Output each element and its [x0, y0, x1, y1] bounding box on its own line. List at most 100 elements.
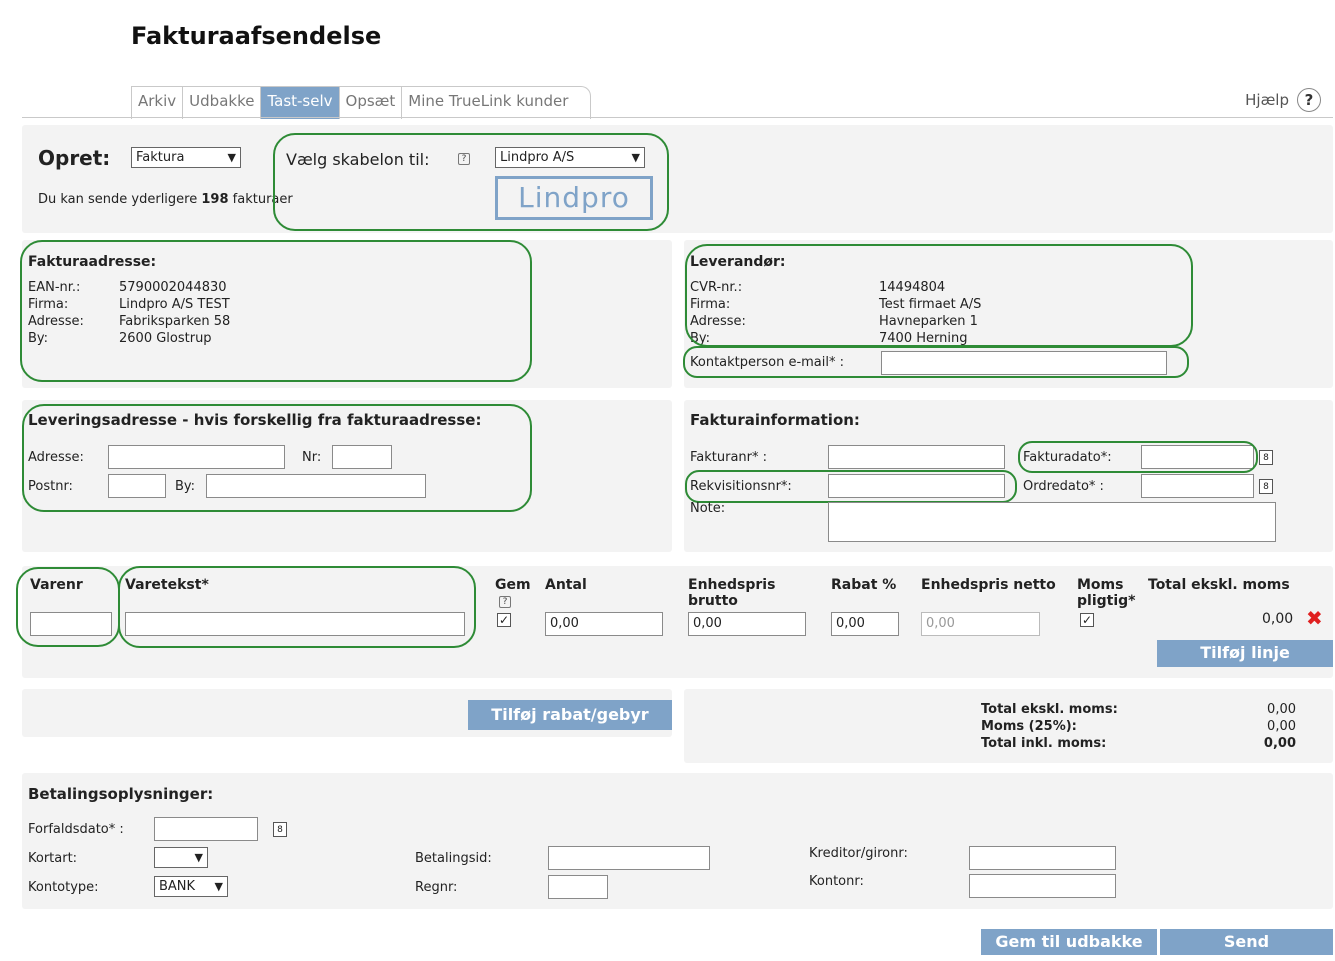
ean-label: EAN-nr.:	[28, 280, 81, 295]
regnr-input[interactable]	[548, 875, 608, 899]
cvr-value: 14494804	[879, 280, 946, 295]
kortart-label: Kortart:	[28, 851, 78, 866]
ordredato-label: Ordredato* :	[1023, 479, 1104, 494]
note-label: Note:	[690, 501, 726, 516]
opret-label: Opret:	[38, 146, 111, 170]
tab-tast-selv[interactable]: Tast-selv	[261, 87, 340, 119]
ordredato-input[interactable]	[1141, 474, 1254, 498]
kontotype-value: BANK	[159, 879, 196, 894]
brutto-input[interactable]: 0,00	[688, 612, 806, 636]
rekvisitionsnr-label: Rekvisitionsnr*:	[690, 479, 792, 494]
opret-panel	[22, 125, 1333, 233]
add-line-button[interactable]: Tilføj linje	[1157, 640, 1333, 667]
tab-arkiv[interactable]: Arkiv	[132, 87, 184, 119]
tab-udbakke[interactable]: Udbakke	[183, 87, 262, 119]
remaining-suffix: fakturaer	[232, 192, 293, 207]
gem-checkbox[interactable]: ✓	[497, 613, 511, 627]
contact-email-label: Kontaktperson e-mail* :	[690, 355, 845, 370]
help-label: Hjælp	[1245, 91, 1289, 109]
total-inkl-label: Total inkl. moms:	[981, 736, 1107, 751]
document-type-select[interactable]: Faktura ▼	[131, 147, 241, 168]
kreditor-label: Kreditor/gironr:	[809, 846, 908, 861]
gem-header: Gem	[495, 577, 531, 593]
remaining-prefix: Du kan sende yderligere	[38, 192, 198, 207]
help-icon[interactable]: ?	[458, 153, 470, 165]
moms-pligtig-header-line2: pligtig*	[1077, 593, 1136, 609]
rabat-input[interactable]: 0,00	[831, 612, 899, 636]
help-icon[interactable]: ?	[499, 596, 511, 608]
brutto-value: 0,00	[693, 616, 722, 631]
delivery-address-input[interactable]	[108, 445, 285, 469]
delivery-city-input[interactable]	[206, 474, 426, 498]
total-header: Total ekskl. moms	[1148, 577, 1290, 593]
by-label: By:	[690, 331, 711, 346]
totals-values: 0,00 0,00 0,00	[1240, 701, 1296, 752]
delete-line-icon[interactable]: ✖	[1306, 606, 1323, 630]
kontotype-label: Kontotype:	[28, 880, 99, 895]
fakturainformation-heading: Fakturainformation:	[690, 411, 860, 429]
forfaldsdato-input[interactable]	[154, 817, 258, 841]
calendar-icon[interactable]: 8	[1259, 450, 1273, 465]
moms-pligtig-header: Moms pligtig*	[1077, 577, 1135, 609]
moms-pligtig-header-line1: Moms	[1077, 577, 1124, 593]
chevron-down-icon: ▼	[631, 151, 640, 164]
adresse-value: Fabriksparken 58	[119, 314, 231, 329]
tab-mine-truelink-kunder[interactable]: Mine TrueLink kunder	[402, 87, 590, 119]
enhedspris-netto-header: Enhedspris netto	[921, 577, 1056, 593]
leverandor-heading: Leverandør:	[690, 254, 786, 270]
leveringsadresse-heading: Leveringsadresse - hvis forskellig fra f…	[28, 411, 482, 429]
nr-label: Nr:	[302, 450, 322, 465]
calendar-icon[interactable]: 8	[1259, 479, 1273, 494]
page-title: Fakturaafsendelse	[131, 22, 382, 50]
adresse-value: Havneparken 1	[879, 314, 978, 329]
kontonr-input[interactable]	[969, 874, 1116, 898]
cvr-label: CVR-nr.:	[690, 280, 743, 295]
fakturanr-input[interactable]	[828, 445, 1005, 469]
fakturadato-input[interactable]	[1141, 445, 1254, 469]
total-inkl-value: 0,00	[1263, 736, 1296, 751]
varenr-input[interactable]	[30, 612, 112, 636]
contact-email-input[interactable]	[881, 351, 1167, 375]
leverandor-values: 14494804 Test firmaet A/S Havneparken 1 …	[879, 279, 981, 347]
calendar-icon[interactable]: 8	[273, 822, 287, 837]
rabat-header: Rabat %	[831, 577, 897, 593]
note-input[interactable]	[828, 502, 1276, 542]
help-link[interactable]: Hjælp ?	[1245, 88, 1321, 112]
company-logo: Lindpro	[495, 176, 653, 220]
varetekst-input[interactable]	[125, 612, 465, 636]
moms-label: Moms (25%):	[981, 719, 1077, 734]
kontotype-select[interactable]: BANK ▼	[154, 876, 228, 897]
fakturaadresse-labels: EAN-nr.: Firma: Adresse: By:	[28, 279, 84, 347]
forfaldsdato-label: Forfaldsdato* :	[28, 822, 124, 837]
fakturaadresse-values: 5790002044830 Lindpro A/S TEST Fabrikspa…	[119, 279, 230, 347]
leverandor-labels: CVR-nr.: Firma: Adresse: By:	[690, 279, 746, 347]
fakturaadresse-heading: Fakturaadresse:	[28, 254, 157, 270]
adresse-label: Adresse:	[28, 450, 84, 465]
line-total-value: 0,00	[1262, 611, 1294, 627]
tab-opsaet[interactable]: Opsæt	[340, 87, 403, 119]
betalingsid-input[interactable]	[548, 846, 710, 870]
moms-value: 0,00	[1267, 719, 1296, 734]
help-icon[interactable]: ?	[1297, 88, 1321, 112]
chevron-down-icon: ▼	[194, 851, 203, 864]
by-value: 2600 Glostrup	[119, 331, 212, 346]
antal-input[interactable]: 0,00	[545, 612, 663, 636]
rekvisitionsnr-input[interactable]	[828, 474, 1005, 498]
antal-value: 0,00	[550, 616, 579, 631]
send-button[interactable]: Send	[1160, 929, 1333, 955]
antal-header: Antal	[545, 577, 587, 593]
template-value: Lindpro A/S	[500, 150, 575, 165]
kortart-select[interactable]: ▼	[154, 847, 208, 868]
template-select[interactable]: Lindpro A/S ▼	[495, 147, 645, 168]
document-type-value: Faktura	[136, 150, 185, 165]
firma-value: Test firmaet A/S	[879, 297, 982, 312]
add-discount-button[interactable]: Tilføj rabat/gebyr	[468, 700, 672, 730]
netto-value: 0,00	[926, 616, 955, 631]
delivery-nr-input[interactable]	[332, 445, 392, 469]
kreditor-input[interactable]	[969, 846, 1116, 870]
moms-checkbox[interactable]: ✓	[1080, 613, 1094, 627]
delivery-postnr-input[interactable]	[108, 474, 166, 498]
by-label: By:	[28, 331, 49, 346]
varenr-header: Varenr	[30, 577, 83, 593]
save-to-outbox-button[interactable]: Gem til udbakke	[981, 929, 1157, 955]
